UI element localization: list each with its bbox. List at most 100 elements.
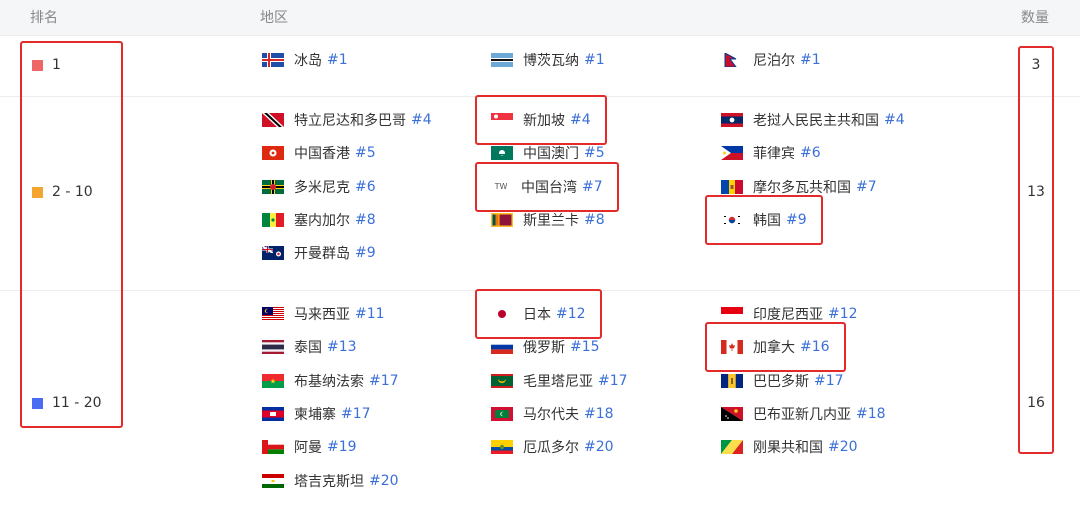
region-item-mauritania: 毛里塔尼亚 #17 [491,371,628,391]
region-rank-link[interactable]: #13 [327,339,357,355]
region-name: 菲律宾 [753,146,795,163]
rank-range-label: 11 - 20 [32,395,102,411]
region-rank-link[interactable]: #17 [369,373,399,389]
region-item-russia: 俄罗斯 #15 [491,337,600,357]
singapore-flag-icon [491,113,513,127]
region-item-iceland: 冰岛 #1 [262,50,348,70]
region-rank-link[interactable]: #6 [355,179,376,195]
region-rank-link[interactable]: #8 [355,212,376,228]
region-rank-link[interactable]: #18 [584,406,614,422]
region-count: 13 [1027,184,1045,200]
region-name: 中国澳门 [523,146,579,163]
region-name: 多米尼克 [294,179,350,196]
tajikistan-flag-icon [262,473,284,488]
region-item-macau: 中国澳门 #5 [491,143,605,163]
region-name: 印度尼西亚 [753,307,823,323]
region-name: 厄瓜多尔 [523,440,579,457]
region-item-taiwan: TW 中国台湾 #7 [491,177,603,197]
region-rank-link[interactable]: #17 [598,373,628,389]
oman-flag-icon [262,440,284,455]
russia-flag-icon [491,340,513,355]
papua-new-guinea-flag-icon [721,406,743,421]
region-item-tajikistan: 塔吉克斯坦 #20 [262,471,399,491]
region-rank-link[interactable]: #4 [884,112,905,128]
region-item-south-korea: 韩国 #9 [721,210,807,230]
region-name: 尼泊尔 [753,53,795,69]
cayman-islands-flag-icon [262,246,284,261]
republic-of-congo-flag-icon [721,440,743,455]
rank-group: 11 - 20 16 马来西亚 #11 日本 #12 印度尼西亚 #12 泰国 #13 俄罗斯 #15… [0,290,1080,516]
region-rank-link[interactable]: #5 [355,145,376,161]
region-item-ecuador: 厄瓜多尔 #20 [491,437,614,457]
region-rank-link[interactable]: #4 [411,112,432,128]
region-rank-link[interactable]: #7 [582,179,603,195]
indonesia-flag-icon [721,307,743,321]
mauritania-flag-icon [491,373,513,388]
region-name: 加拿大 [753,340,795,357]
region-rank-link[interactable]: #7 [856,179,877,195]
region-rank-link[interactable]: #16 [800,339,830,355]
region-item-oman: 阿曼 #19 [262,437,357,457]
region-rank-link[interactable]: #1 [327,52,348,68]
region-name: 日本 [523,307,551,323]
region-rank-link[interactable]: #12 [556,306,586,322]
rank-range-text: 11 - 20 [52,395,102,411]
region-name: 博茨瓦纳 [523,53,579,69]
region-rank-link[interactable]: #19 [327,439,357,455]
region-item-japan: 日本 #12 [491,304,586,324]
region-name: 冰岛 [294,53,322,69]
region-rank-link[interactable]: #15 [570,339,600,355]
region-name: 斯里兰卡 [523,212,579,229]
region-rank-link[interactable]: #20 [369,473,399,489]
region-rank-link[interactable]: #17 [814,373,844,389]
region-item-cambodia: 柬埔寨 #17 [262,404,371,424]
region-rank-link[interactable]: #9 [355,245,376,261]
region-name: 摩尔多瓦共和国 [753,179,851,196]
dominica-flag-icon [262,179,284,194]
region-rank-link[interactable]: #4 [570,112,591,128]
region-item-canada: 加拿大 #16 [721,337,830,357]
region-badge: TW [494,182,508,192]
region-rank-link[interactable]: #8 [584,212,605,228]
nepal-flag-icon [724,53,737,67]
region-item-sri-lanka: 斯里兰卡 #8 [491,210,605,230]
region-rank-link[interactable]: #11 [355,306,385,322]
rank-color-swatch [32,59,43,71]
region-name: 塔吉克斯坦 [294,473,364,490]
canada-flag-icon [721,340,743,355]
maldives-flag-icon [491,406,513,421]
south-korea-flag-icon [721,212,743,227]
region-rank-link[interactable]: #5 [584,145,605,161]
region-item-papua-new-guinea: 巴布亚新几内亚 #18 [721,404,886,424]
region-item-maldives: 马尔代夫 #18 [491,404,614,424]
region-item-singapore: 新加坡 #4 [491,110,591,130]
region-item-moldova: 摩尔多瓦共和国 #7 [721,177,877,197]
count-column-header: 数量 [1021,10,1049,26]
laos-flag-icon [721,113,743,127]
region-rank-link[interactable]: #12 [828,306,858,322]
rank-range-text: 1 [52,57,61,73]
region-rank-link[interactable]: #17 [341,406,371,422]
region-item-indonesia: 印度尼西亚 #12 [721,304,858,324]
region-rank-link[interactable]: #6 [800,145,821,161]
region-rank-link[interactable]: #20 [828,439,858,455]
region-name: 特立尼达和多巴哥 [294,113,406,129]
region-name: 马来西亚 [294,307,350,323]
japan-flag-icon [491,307,513,321]
region-item-botswana: 博茨瓦纳 #1 [491,50,605,70]
region-rank-link[interactable]: #9 [786,212,807,228]
region-name: 老挝人民民主共和国 [753,113,879,129]
region-item-hong-kong: 中国香港 #5 [262,143,376,163]
region-rank-link[interactable]: #18 [856,406,886,422]
rank-group: 1 3 冰岛 #1 博茨瓦纳 #1 尼泊尔 #1 [0,35,1080,97]
region-name: 巴布亚新几内亚 [753,406,851,423]
rank-range-text: 2 - 10 [52,184,93,200]
region-count: 16 [1027,395,1045,411]
region-rank-link[interactable]: #20 [584,439,614,455]
region-item-trinidad-and-tobago: 特立尼达和多巴哥 #4 [262,110,432,130]
rank-range-label: 2 - 10 [32,184,93,200]
region-rank-link[interactable]: #1 [584,52,605,68]
region-item-laos: 老挝人民民主共和国 #4 [721,110,905,130]
region-rank-link[interactable]: #1 [800,52,821,68]
region-item-cayman-islands: 开曼群岛 #9 [262,243,376,263]
